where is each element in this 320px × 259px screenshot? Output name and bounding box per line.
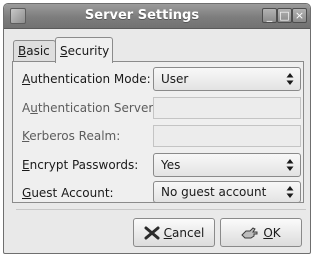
cancel-mnemonic: C xyxy=(163,225,173,240)
guest-account-mnemonic: G xyxy=(22,186,32,200)
app-icon xyxy=(10,8,26,24)
auth-mode-mnemonic: A xyxy=(22,72,31,86)
kerberos-realm-label: Kerberos Realm: xyxy=(22,129,120,143)
security-panel: Authentication Mode: User Authentication… xyxy=(12,61,304,203)
window-title: Server Settings xyxy=(84,8,200,23)
ok-label: OK xyxy=(263,226,280,240)
auth-mode-select[interactable]: User xyxy=(153,67,301,91)
combo-arrows-icon xyxy=(286,73,294,85)
tab-basic[interactable]: Basic xyxy=(13,40,56,62)
auth-server-field[interactable] xyxy=(153,97,301,119)
guest-account-value: No guest account xyxy=(161,185,267,199)
cancel-label-text: ancel xyxy=(172,225,205,240)
combo-arrows-icon xyxy=(286,186,294,198)
combo-arrows-icon xyxy=(286,159,294,171)
title-bar[interactable]: Server Settings _ □ × xyxy=(4,4,310,29)
ok-hand-icon xyxy=(241,226,258,238)
close-icon: × xyxy=(294,9,305,22)
cancel-button[interactable]: Cancel xyxy=(133,218,215,247)
minimize-icon: _ xyxy=(266,9,273,22)
guest-account-select[interactable]: No guest account xyxy=(153,181,301,203)
auth-mode-label-text: uthentication Mode: xyxy=(30,72,151,86)
kerberos-realm-field[interactable] xyxy=(153,125,301,147)
close-button[interactable]: × xyxy=(292,8,307,23)
maximize-button[interactable]: □ xyxy=(277,8,292,23)
encrypt-passwords-mnemonic: E xyxy=(22,158,30,172)
button-separator xyxy=(16,209,306,210)
ok-mnemonic: O xyxy=(263,225,273,240)
guest-account-label-text: uest Account: xyxy=(31,186,114,200)
auth-mode-value: User xyxy=(161,72,189,86)
minimize-button[interactable]: _ xyxy=(262,8,277,23)
encrypt-passwords-value: Yes xyxy=(161,158,181,172)
auth-server-label: Authentication Server: xyxy=(22,101,157,115)
auth-server-label-text: thentication Server: xyxy=(37,101,158,115)
tab-security-label: ecurity xyxy=(67,44,110,58)
tab-basic-mnemonic: B xyxy=(18,44,27,58)
server-settings-window: Server Settings _ □ × Basic Security Aut… xyxy=(3,3,311,254)
encrypt-passwords-label-text: ncrypt Passwords: xyxy=(29,158,139,172)
tab-basic-label: asic xyxy=(26,44,50,58)
ok-label-text: K xyxy=(272,225,281,240)
maximize-icon: □ xyxy=(279,9,290,22)
encrypt-passwords-select[interactable]: Yes xyxy=(153,153,301,177)
cancel-label: Cancel xyxy=(164,226,205,240)
cancel-x-icon xyxy=(144,226,160,239)
auth-server-pre: A xyxy=(22,101,31,115)
tab-security[interactable]: Security xyxy=(55,37,113,63)
ok-button[interactable]: OK xyxy=(220,218,302,247)
encrypt-passwords-label: Encrypt Passwords: xyxy=(22,158,138,172)
guest-account-label: Guest Account: xyxy=(22,186,114,200)
kerberos-realm-label-text: erberos Realm: xyxy=(29,129,121,143)
auth-server-mnemonic: u xyxy=(30,101,38,115)
auth-mode-label: Authentication Mode: xyxy=(22,72,151,86)
tab-security-mnemonic: S xyxy=(60,44,68,58)
